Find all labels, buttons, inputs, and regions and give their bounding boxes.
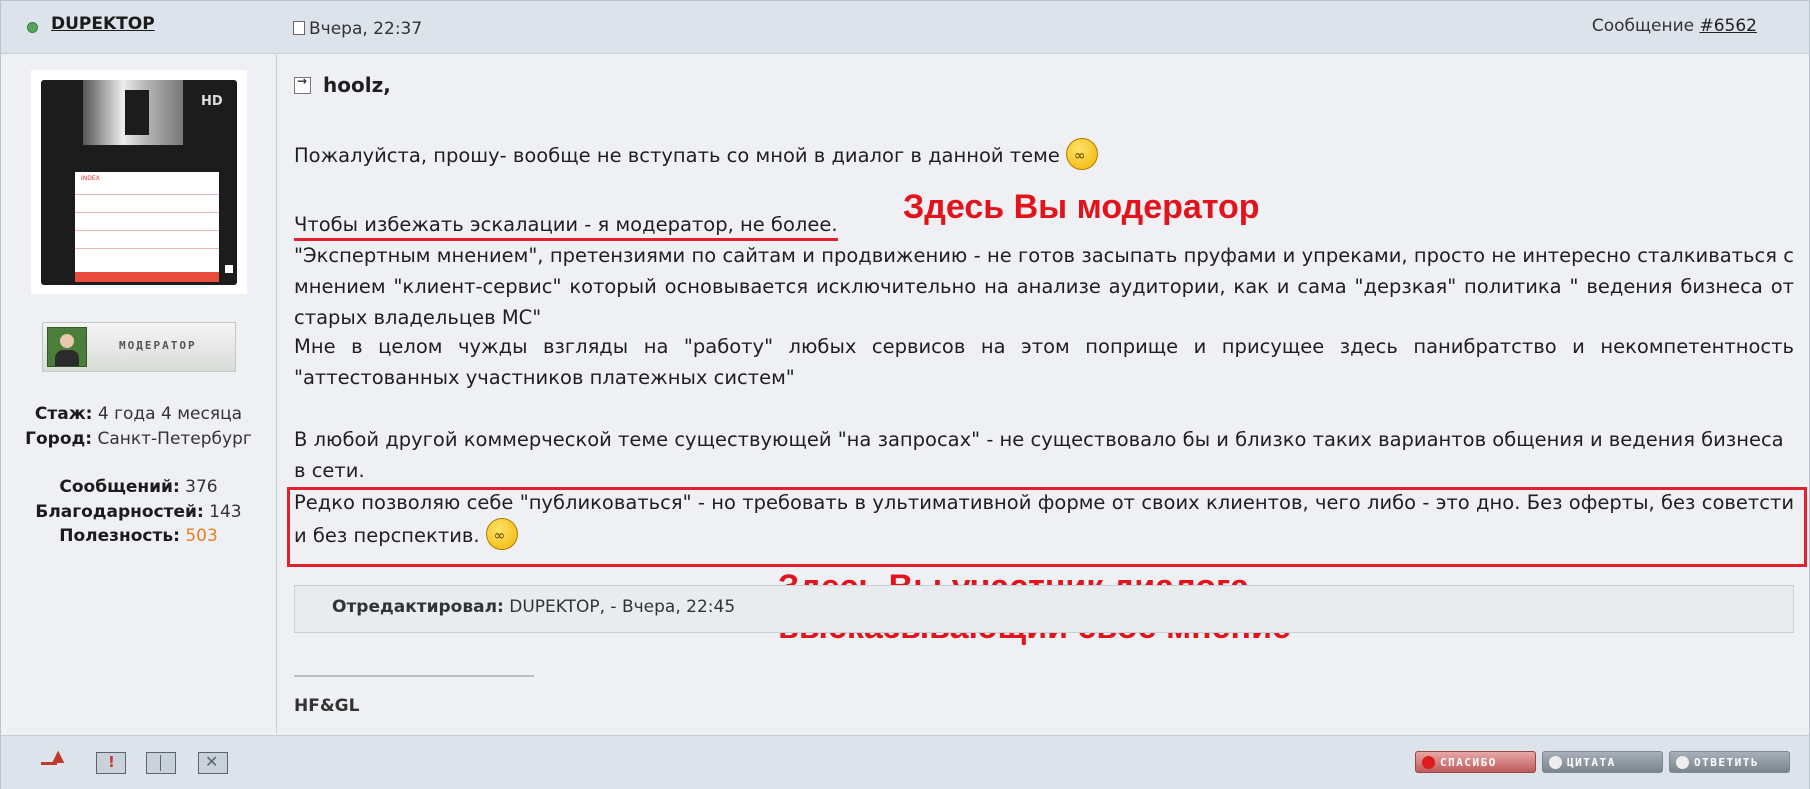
profile-card-icon[interactable] bbox=[146, 752, 176, 774]
stat-city: Город: Санкт-Петербург bbox=[25, 428, 252, 449]
thanks-button[interactable]: СПАСИБО bbox=[1415, 751, 1536, 773]
report-icon[interactable] bbox=[96, 752, 126, 774]
signature: HF&GL bbox=[294, 696, 360, 716]
forum-post: DUPEKTOP Вчера, 22:37 Сообщение #6562 HD… bbox=[0, 0, 1810, 789]
author-stats: Стаж: 4 года 4 месяца Город: Санкт-Петер… bbox=[1, 402, 276, 549]
addressee-name: hoolz, bbox=[323, 73, 391, 97]
addressee: hoolz, bbox=[294, 73, 391, 97]
author-username-link[interactable]: DUPEKTOP bbox=[51, 14, 155, 34]
paragraph: Чтобы избежать эскалации - я модератор, … bbox=[294, 209, 838, 241]
smiley-icon bbox=[1065, 138, 1098, 172]
highlight-box bbox=[287, 487, 1807, 567]
author-sidebar: HD INDEX МОДЕРАТОР Стаж: 4 года 4 месяца… bbox=[1, 54, 277, 734]
reply-icon bbox=[1676, 756, 1689, 769]
paragraph: В любой другой коммерческой теме существ… bbox=[294, 428, 1784, 482]
message-label: Сообщение bbox=[1591, 16, 1695, 36]
reply-button[interactable]: ОТВЕТИТЬ bbox=[1669, 751, 1790, 773]
post-date-text: Вчера, 22:37 bbox=[309, 19, 423, 39]
stat-messages: Сообщений: 376 bbox=[59, 477, 218, 497]
paragraph: Мне в целом чужды взгляды на "работу" лю… bbox=[294, 335, 1794, 389]
post-header: DUPEKTOP Вчера, 22:37 Сообщение #6562 bbox=[1, 1, 1809, 54]
floppy-disk-image: HD INDEX bbox=[41, 80, 237, 285]
quote-button[interactable]: ЦИТАТА bbox=[1542, 751, 1663, 773]
post-date: Вчера, 22:37 bbox=[293, 19, 422, 39]
reply-arrow-icon bbox=[294, 74, 311, 94]
stat-thanks: Благодарностей: 143 bbox=[35, 501, 242, 522]
edited-value: DUPEKTOP, - Вчера, 22:45 bbox=[509, 597, 736, 617]
annotation-moderator: Здесь Вы модератор bbox=[903, 188, 1260, 226]
private-message-icon[interactable] bbox=[198, 752, 228, 774]
avatar[interactable]: HD INDEX bbox=[31, 70, 247, 294]
message-number-link[interactable]: #6562 bbox=[1699, 16, 1757, 36]
document-icon bbox=[293, 21, 305, 35]
paragraph: Пожалуйста, прошу- вообще не вступать со… bbox=[294, 138, 1098, 172]
stat-usefulness: Полезность: 503 bbox=[59, 526, 218, 546]
edited-label: Отредактировал: bbox=[332, 597, 504, 617]
quote-icon bbox=[1549, 756, 1562, 769]
moderator-icon bbox=[47, 327, 87, 367]
online-status-icon bbox=[27, 22, 38, 33]
signature-divider bbox=[294, 675, 534, 677]
rank-badge: МОДЕРАТОР bbox=[42, 322, 236, 372]
go-to-top-icon[interactable] bbox=[39, 746, 67, 772]
message-number: Сообщение #6562 bbox=[1592, 16, 1757, 36]
stat-tenure: Стаж: 4 года 4 месяца bbox=[34, 404, 243, 424]
rank-label: МОДЕРАТОР bbox=[119, 339, 197, 352]
edited-note: Отредактировал: DUPEKTOP, - Вчера, 22:45 bbox=[294, 585, 1794, 633]
post-footer: СПАСИБО ЦИТАТА ОТВЕТИТЬ bbox=[1, 735, 1809, 789]
paragraph: "Экспертным мнением", претензиями по сай… bbox=[294, 244, 1794, 329]
heart-icon bbox=[1422, 756, 1435, 769]
